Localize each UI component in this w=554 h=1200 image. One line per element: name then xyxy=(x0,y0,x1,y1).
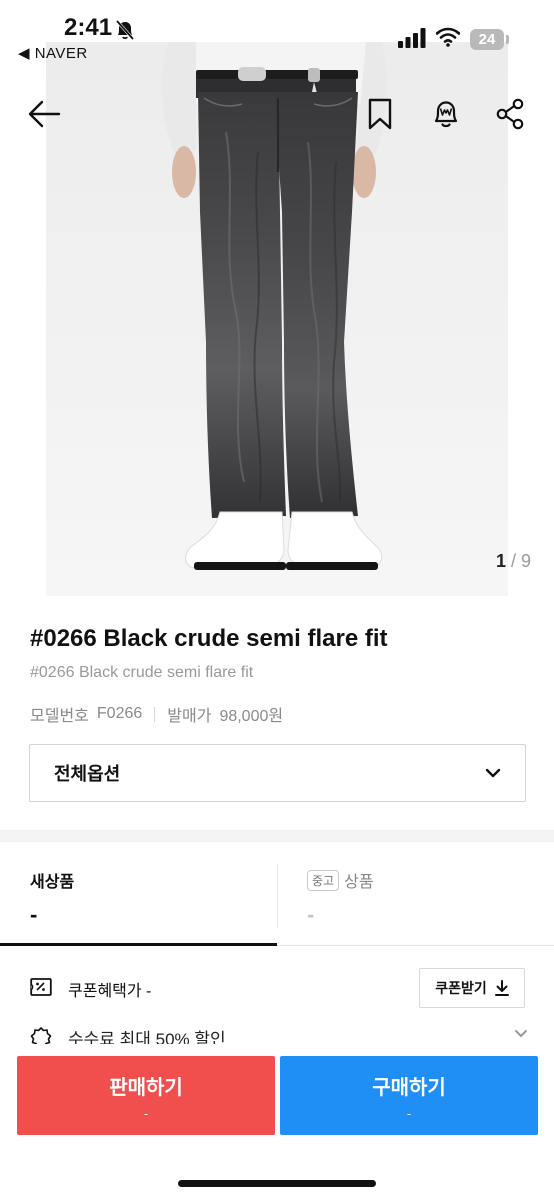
home-indicator[interactable] xyxy=(178,1180,376,1187)
sell-button[interactable]: 판매하기 - xyxy=(17,1056,275,1135)
get-coupon-button[interactable]: 쿠폰받기 xyxy=(419,968,525,1008)
release-price-value: 98,000원 xyxy=(219,708,284,725)
signal-icon xyxy=(398,28,426,48)
battery-icon: 24 xyxy=(470,29,504,50)
model-number-label: 모델번호 xyxy=(30,708,89,725)
alarm-bell-icon xyxy=(434,101,458,128)
tab-new-price: - xyxy=(30,902,38,927)
coupon-icon xyxy=(30,978,52,996)
image-page-indicator: 1 / 9 xyxy=(496,551,531,572)
release-price-label: 발매가 xyxy=(167,708,212,725)
used-badge: 중고 xyxy=(307,869,340,891)
bell-slash-icon xyxy=(115,20,135,40)
battery-cap xyxy=(506,35,509,44)
bottom-action-bar: 판매하기 - 구매하기 - xyxy=(0,1044,554,1200)
buy-button-price: - xyxy=(406,1106,412,1121)
buy-button-label: 구매하기 xyxy=(372,1077,446,1099)
product-title: #0266 Black crude semi flare fit xyxy=(30,625,388,652)
bookmark-icon xyxy=(368,98,392,130)
tab-new-product[interactable]: 새상품 - xyxy=(0,842,277,946)
active-tab-indicator xyxy=(0,943,277,946)
sell-button-price: - xyxy=(143,1106,149,1121)
expand-chevron-icon xyxy=(515,1030,527,1038)
back-to-app-link[interactable]: ◀ NAVER xyxy=(18,44,88,62)
tab-used-label-group: 중고 상품 xyxy=(307,868,374,892)
tab-used-price: - xyxy=(307,902,315,927)
tab-used-label: 상품 xyxy=(344,874,374,891)
wifi-icon xyxy=(436,27,460,47)
product-image-carousel[interactable]: 1 / 9 xyxy=(0,0,554,598)
get-coupon-label: 쿠폰받기 xyxy=(435,980,487,996)
status-time: 2:41 xyxy=(64,14,113,41)
coupon-row: 쿠폰혜택가 - 쿠폰받기 xyxy=(0,965,554,1011)
tab-new-label: 새상품 xyxy=(30,874,75,891)
section-divider xyxy=(0,830,554,842)
chevron-down-icon xyxy=(485,768,501,778)
model-number-value: F0266 xyxy=(96,705,143,722)
buy-button[interactable]: 구매하기 - xyxy=(280,1056,538,1135)
status-bar: 2:41 ◀ NAVER 24 xyxy=(0,0,554,64)
back-arrow-icon xyxy=(28,100,61,128)
page-current: 1 xyxy=(495,551,506,571)
product-subtitle: #0266 Black crude semi flare fit xyxy=(30,664,254,681)
options-dropdown-label: 전체옵션 xyxy=(54,764,121,784)
bookmark-button[interactable] xyxy=(362,96,398,132)
page-separator: / xyxy=(505,551,521,571)
page-total: 9 xyxy=(520,551,531,571)
back-button[interactable] xyxy=(26,96,62,132)
product-meta: 모델번호 F0266 발매가 98,000원 xyxy=(30,702,283,726)
price-alarm-button[interactable] xyxy=(428,96,464,132)
meta-divider xyxy=(154,706,156,722)
tab-used-product[interactable]: 중고 상품 - xyxy=(277,842,554,946)
share-button[interactable] xyxy=(492,96,528,132)
sell-button-label: 판매하기 xyxy=(109,1077,183,1099)
share-icon xyxy=(496,98,524,130)
options-dropdown[interactable]: 전체옵션 xyxy=(29,744,526,802)
coupon-price-label: 쿠폰혜택가 - xyxy=(68,983,152,1000)
download-icon xyxy=(494,980,509,996)
